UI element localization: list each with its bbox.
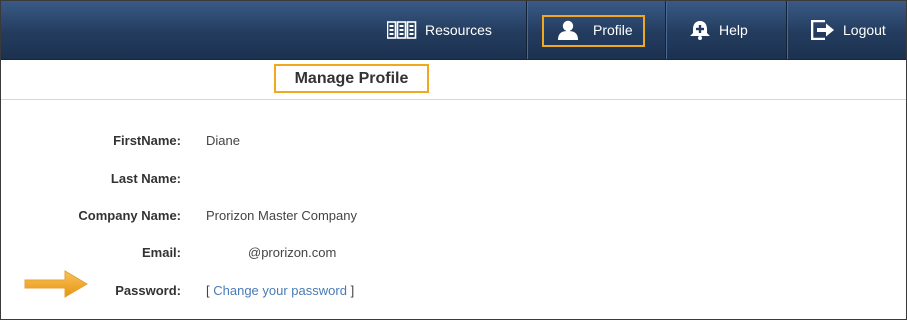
- password-label: Password:: [115, 283, 181, 298]
- password-row: Password: [ Change your password ]: [1, 280, 906, 302]
- password-value: [ Change your password ]: [206, 283, 354, 298]
- change-password-link[interactable]: Change your password: [213, 283, 347, 298]
- company-row: Company Name: Prorizon Master Company: [1, 205, 906, 227]
- close-bracket: ]: [350, 283, 355, 298]
- title-row: Manage Profile: [1, 59, 906, 100]
- email-value: @prorizon.com: [248, 245, 337, 260]
- nav-profile[interactable]: Profile: [557, 1, 633, 59]
- nav-resources-label: Resources: [425, 22, 492, 38]
- nav-separator: [526, 1, 527, 59]
- first-name-value: Diane: [206, 133, 240, 148]
- nav-separator: [786, 1, 787, 59]
- nav-help[interactable]: Help: [689, 1, 748, 59]
- nav-help-label: Help: [719, 22, 748, 38]
- last-name-label: Last Name:: [110, 171, 181, 186]
- nav-profile-label: Profile: [593, 22, 633, 38]
- nav-separator: [665, 1, 666, 59]
- orange-arrow-icon: [23, 267, 89, 306]
- top-navbar: Resources Profile Help Logout: [1, 1, 906, 60]
- open-bracket: [: [206, 283, 210, 298]
- nav-logout[interactable]: Logout: [811, 1, 886, 59]
- user-icon: [557, 20, 579, 40]
- nav-resources[interactable]: Resources: [387, 1, 492, 59]
- books-icon: [387, 21, 417, 39]
- first-name-label: FirstName:: [113, 133, 181, 148]
- last-name-row: Last Name:: [1, 168, 906, 190]
- page-title: Manage Profile: [274, 64, 429, 93]
- logout-arrow-icon: [811, 20, 835, 40]
- company-value: Prorizon Master Company: [206, 208, 357, 223]
- help-bell-icon: [689, 20, 711, 40]
- email-label: Email:: [141, 245, 181, 260]
- email-row: Email: @prorizon.com: [1, 242, 906, 264]
- app-window: Resources Profile Help Logout Manage Pro…: [0, 0, 907, 320]
- company-label: Company Name:: [78, 208, 181, 223]
- first-name-row: FirstName: Diane: [1, 130, 906, 152]
- nav-logout-label: Logout: [843, 22, 886, 38]
